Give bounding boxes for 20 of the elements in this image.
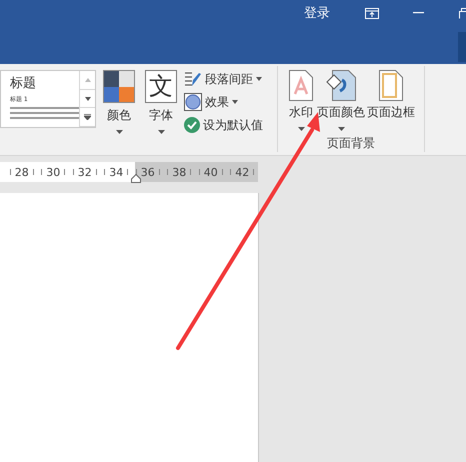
- page-color-button[interactable]: 页面颜色: [317, 104, 365, 121]
- fonts-icon[interactable]: 文: [145, 70, 177, 103]
- ruler-number: 32: [78, 166, 92, 178]
- style-title: 标题: [10, 75, 37, 92]
- colors-button[interactable]: 颜色: [107, 107, 131, 124]
- sign-in-link[interactable]: 登录: [304, 4, 330, 22]
- set-default-button[interactable]: 设为默认值: [203, 116, 263, 134]
- ruler-number: 38: [172, 166, 186, 178]
- fonts-button[interactable]: 字体: [149, 107, 173, 124]
- ruler-number: 28: [14, 166, 29, 178]
- group-label: 页面背景: [327, 135, 375, 152]
- watermark-button[interactable]: 水印: [289, 104, 313, 121]
- page-border-button[interactable]: 页面边框: [367, 104, 415, 121]
- ruler-number: 34: [109, 166, 124, 178]
- ruler-number: 30: [46, 166, 60, 178]
- ruler-number: 42: [235, 166, 250, 178]
- paragraph-spacing-button[interactable]: 段落间距: [205, 70, 253, 88]
- ruler-number: 40: [204, 166, 218, 178]
- effects-button[interactable]: 效果: [205, 94, 229, 110]
- ruler-number: 36: [140, 166, 155, 178]
